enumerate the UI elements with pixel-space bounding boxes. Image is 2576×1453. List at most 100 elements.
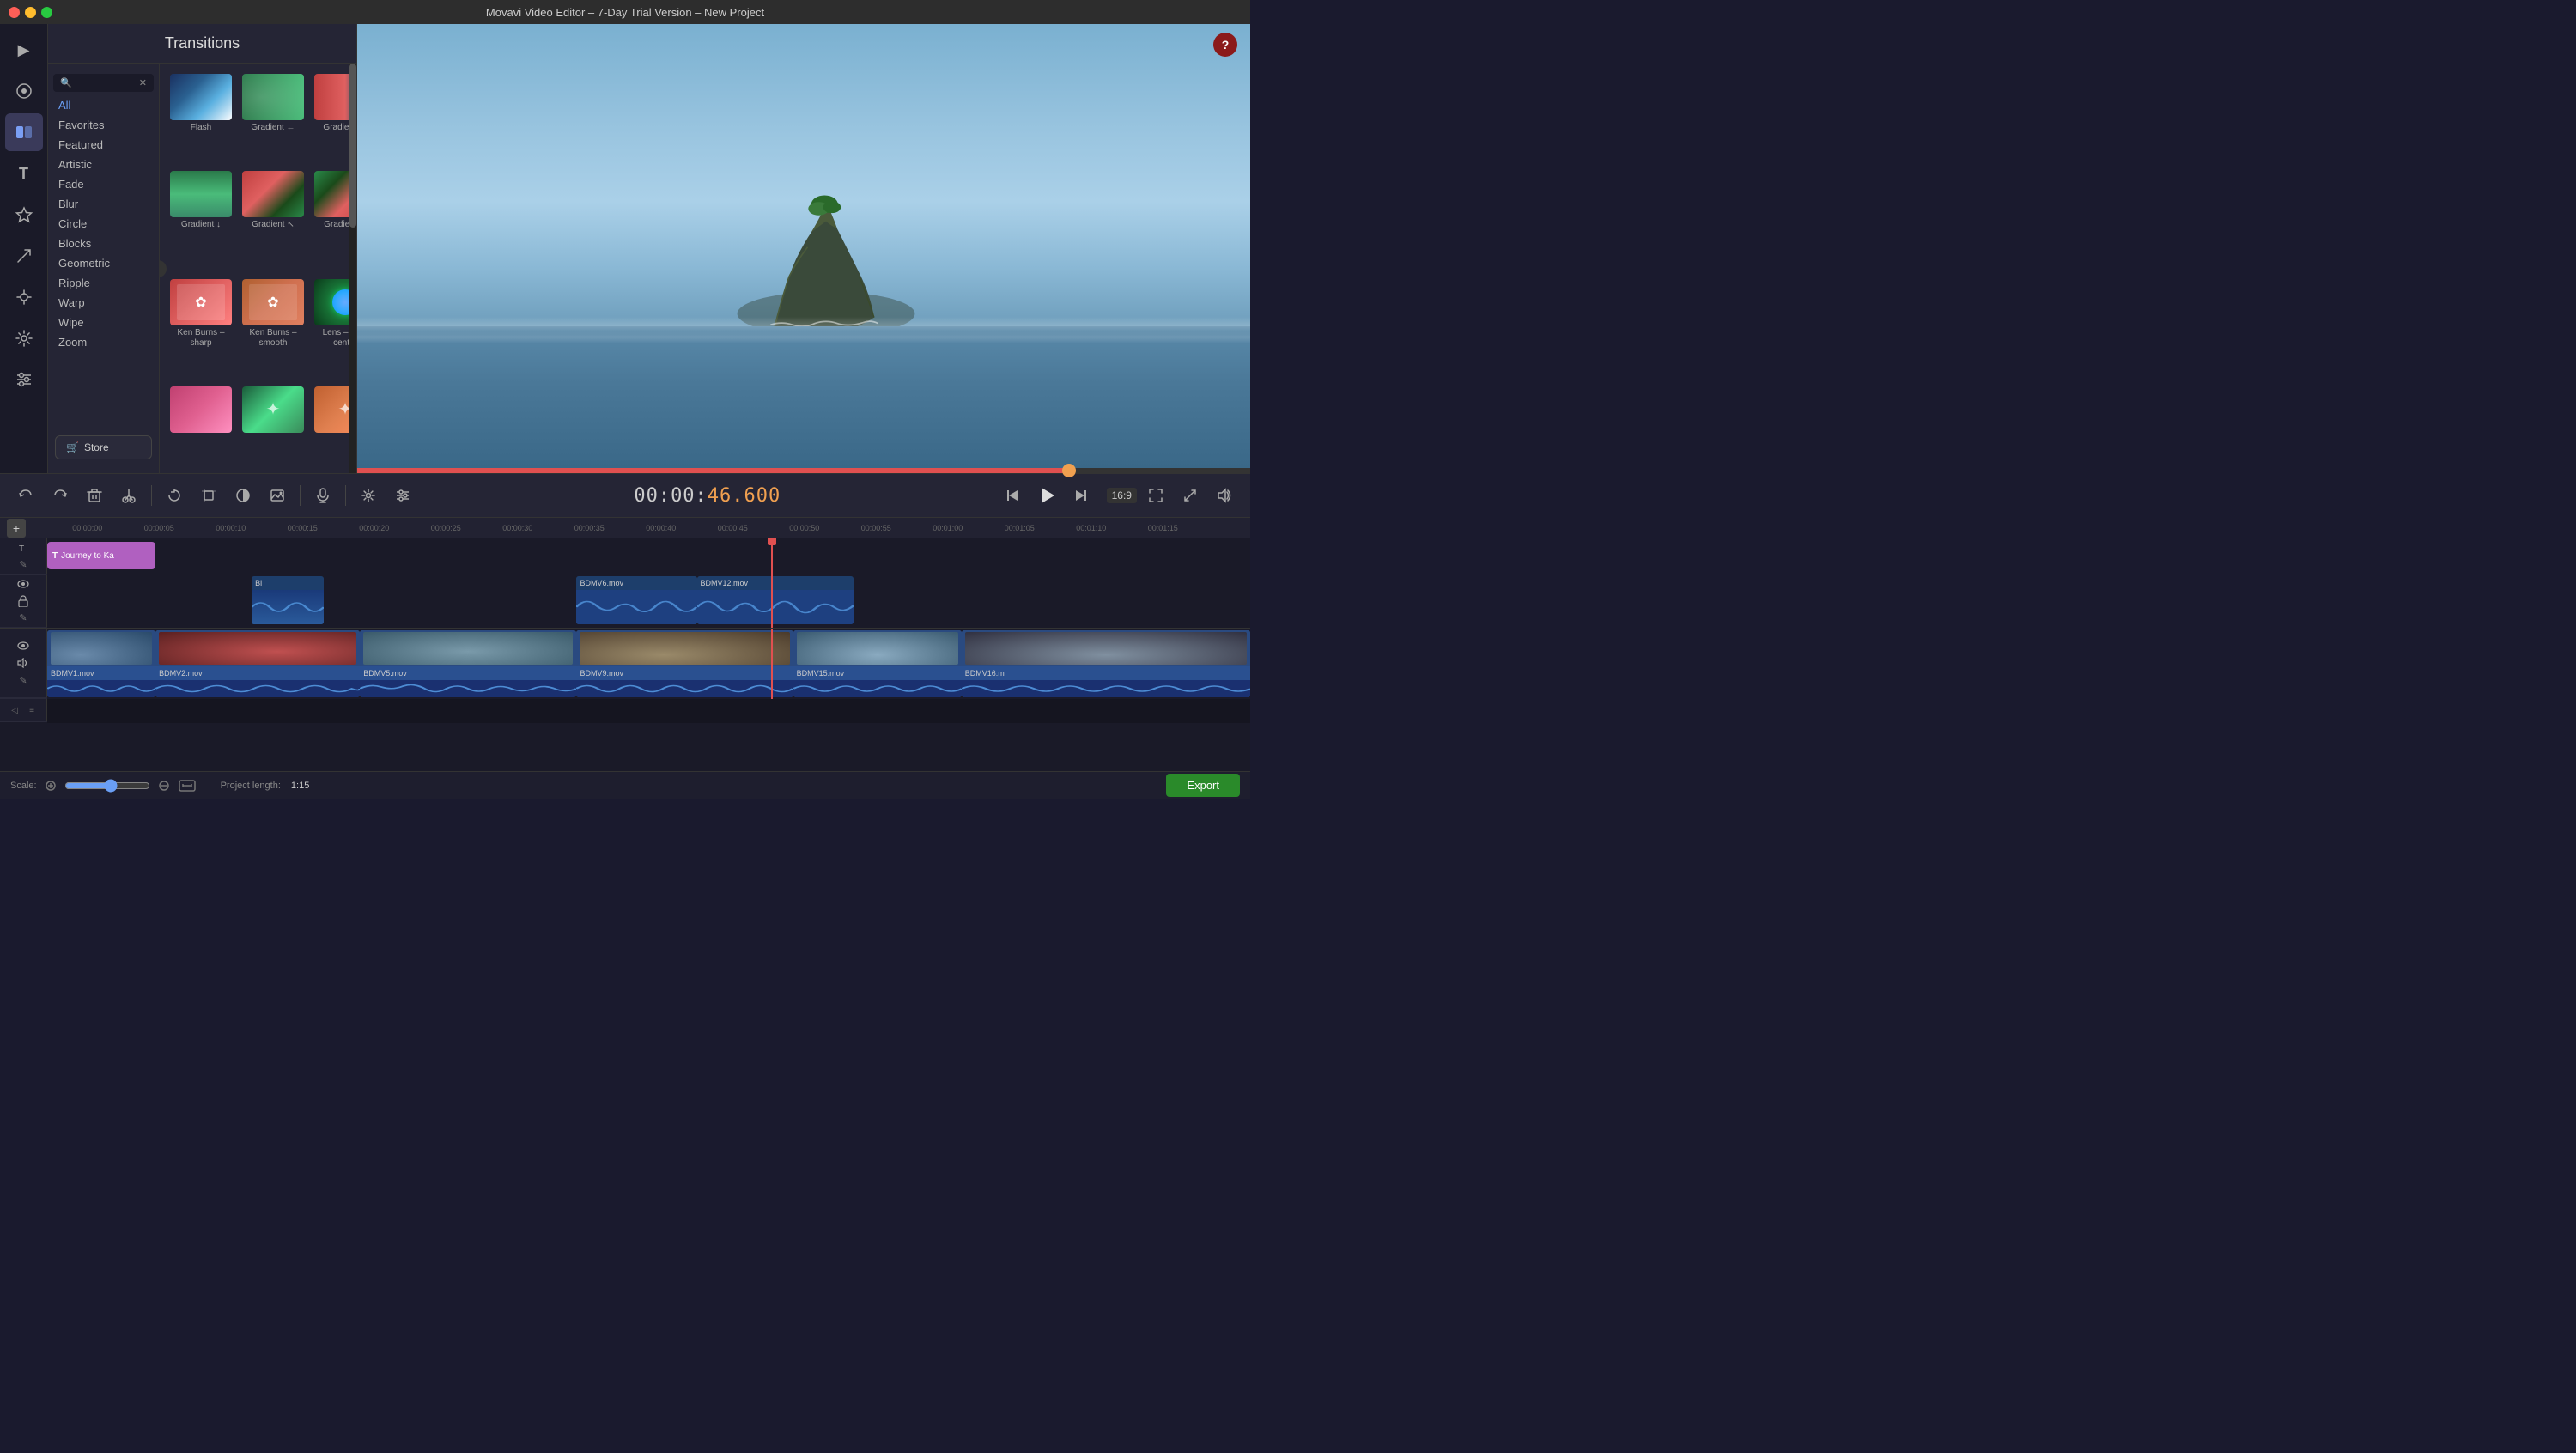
ruler-mark-8: 00:00:40: [625, 524, 697, 532]
close-button[interactable]: [9, 7, 20, 18]
title-bar: Movavi Video Editor – 7-Day Trial Versio…: [0, 0, 1250, 24]
playhead-main: [771, 629, 773, 699]
transition-13[interactable]: ✦: [239, 383, 307, 466]
transition-flash[interactable]: Flash: [167, 70, 235, 164]
category-blocks[interactable]: Blocks: [48, 234, 159, 253]
adjust-levels-button[interactable]: [387, 480, 418, 511]
undo-button[interactable]: [10, 480, 41, 511]
category-zoom[interactable]: Zoom: [48, 332, 159, 352]
text-icon[interactable]: T: [5, 155, 43, 192]
category-artistic[interactable]: Artistic: [48, 155, 159, 174]
mic-button[interactable]: [307, 480, 338, 511]
transition-gradient-diag1[interactable]: Gradient ↖: [239, 167, 307, 271]
delete-button[interactable]: [79, 480, 110, 511]
timecode-static: 00:00:: [634, 485, 707, 507]
export-button[interactable]: Export: [1166, 774, 1240, 797]
color-button[interactable]: [228, 480, 258, 511]
category-ripple[interactable]: Ripple: [48, 273, 159, 293]
main-track-edit3-icon[interactable]: ✎: [15, 672, 31, 688]
transition-gradient-down[interactable]: Gradient ↓: [167, 167, 235, 271]
secondary-track-lock-icon[interactable]: [15, 593, 31, 609]
ocean-scene: [357, 24, 1250, 468]
category-geometric[interactable]: Geometric: [48, 253, 159, 273]
audio-level-icon[interactable]: ≡: [24, 702, 39, 718]
transitions-scrollbar-thumb[interactable]: [349, 64, 356, 228]
transition-gradient-left[interactable]: Gradient ←: [239, 70, 307, 164]
effects-icon[interactable]: [5, 72, 43, 110]
main-clip-bdmv16[interactable]: BDMV16.m: [962, 630, 1250, 697]
add-track-button[interactable]: +: [7, 519, 26, 538]
next-frame-button[interactable]: [1066, 480, 1097, 511]
store-button[interactable]: 🛒 Store: [55, 435, 152, 459]
secondary-clip-bdmv12[interactable]: BDMV12.mov: [697, 576, 854, 624]
progress-handle[interactable]: [1062, 464, 1076, 477]
category-favorites[interactable]: Favorites: [48, 115, 159, 135]
cut-button[interactable]: [113, 480, 144, 511]
secondary-clip-bl[interactable]: Bl: [252, 576, 324, 624]
settings-icon[interactable]: [5, 319, 43, 357]
main-clip-bdmv2[interactable]: BDMV2.mov: [155, 630, 360, 697]
audio-icon[interactable]: [5, 278, 43, 316]
main-clip-bdmv15[interactable]: BDMV15.mov: [793, 630, 962, 697]
motion-icon[interactable]: [5, 237, 43, 275]
expand-button[interactable]: [1175, 480, 1206, 511]
main-clip-bdmv1[interactable]: BDMV1.mov: [47, 630, 155, 697]
transition-kb-sharp[interactable]: ✿ Ken Burns – sharp: [167, 276, 235, 380]
main-clip-bdmv5[interactable]: BDMV5.mov: [360, 630, 576, 697]
text-track-edit-icon[interactable]: ✎: [15, 557, 31, 573]
category-all[interactable]: All: [48, 95, 159, 115]
prev-frame-button[interactable]: [997, 480, 1028, 511]
audio-mute-icon[interactable]: ◁: [7, 702, 22, 718]
filters-icon[interactable]: [5, 196, 43, 234]
redo-button[interactable]: [45, 480, 76, 511]
progress-bar[interactable]: [357, 468, 1250, 473]
secondary-track-eye-icon[interactable]: [15, 576, 31, 592]
main-clip-bdmv9[interactable]: BDMV9.mov: [576, 630, 793, 697]
store-label: Store: [84, 441, 109, 453]
image-button[interactable]: [262, 480, 293, 511]
maximize-button[interactable]: [41, 7, 52, 18]
ruler-mark-2: 00:00:10: [195, 524, 267, 532]
play-button[interactable]: [1031, 480, 1062, 511]
transition-12[interactable]: [167, 383, 235, 466]
secondary-clip-bdmv6[interactable]: BDMV6.mov: [576, 576, 696, 624]
secondary-track-edit2-icon[interactable]: ✎: [15, 611, 31, 626]
text-clip[interactable]: T Journey to Ka: [47, 542, 155, 569]
secondary-video-track-row: ✎ Bl BDMV6.mov: [0, 575, 1250, 628]
ruler-mark-0: 00:00:00: [52, 524, 124, 532]
fullscreen-button[interactable]: [1140, 480, 1171, 511]
search-clear-button[interactable]: ✕: [139, 77, 147, 88]
main-track-vol-icon[interactable]: [15, 655, 31, 671]
toolbar-sep-1: [151, 485, 152, 506]
minimize-button[interactable]: [25, 7, 36, 18]
scale-label: Scale:: [10, 781, 37, 791]
scale-slider[interactable]: [64, 779, 150, 793]
category-featured[interactable]: Featured: [48, 135, 159, 155]
media-icon[interactable]: ▶: [5, 31, 43, 69]
transition-flash-label: Flash: [191, 123, 211, 133]
crop-button[interactable]: [193, 480, 224, 511]
category-warp[interactable]: Warp: [48, 293, 159, 313]
transitions-scrollbar[interactable]: [349, 64, 356, 473]
transition-kb-smooth[interactable]: ✿ Ken Burns – smooth: [239, 276, 307, 380]
rotate-button[interactable]: [159, 480, 190, 511]
help-button[interactable]: ?: [1213, 33, 1237, 57]
ruler-mark-4: 00:00:20: [338, 524, 410, 532]
transitions-body: 🔍 ✕ All Favorites Featured Artistic Fade…: [48, 64, 356, 473]
adjust-icon[interactable]: [5, 361, 43, 398]
fit-timeline-icon[interactable]: [178, 776, 197, 795]
category-blur[interactable]: Blur: [48, 194, 159, 214]
text-clip-label: Journey to Ka: [61, 551, 114, 561]
category-fade[interactable]: Fade: [48, 174, 159, 194]
main-track-controls: ✎: [0, 629, 47, 697]
transitions-panel: Transitions 🔍 ✕ All Favorites Featured A…: [48, 24, 357, 473]
main-track-eye-icon[interactable]: [15, 638, 31, 654]
gear-button[interactable]: [353, 480, 384, 511]
ruler-mark-1: 00:00:05: [124, 524, 196, 532]
volume-button[interactable]: [1209, 480, 1240, 511]
search-bar[interactable]: 🔍 ✕: [53, 74, 154, 92]
category-wipe[interactable]: Wipe: [48, 313, 159, 332]
category-circle[interactable]: Circle: [48, 214, 159, 234]
transitions-icon[interactable]: [5, 113, 43, 151]
traffic-lights[interactable]: [9, 7, 52, 18]
